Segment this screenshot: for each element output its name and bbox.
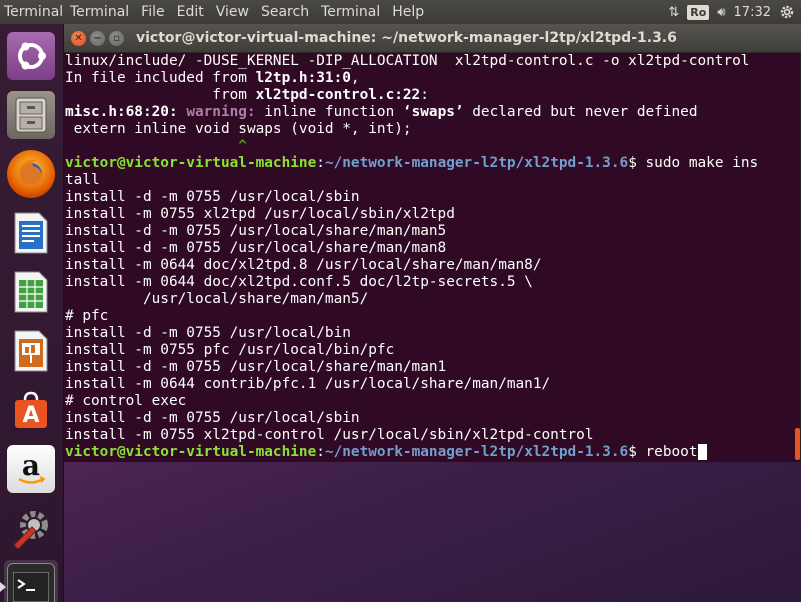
menu-edit[interactable]: Edit [171, 4, 210, 20]
menu-view[interactable]: View [210, 4, 255, 20]
launcher-firefox[interactable] [4, 147, 58, 201]
svg-text:a: a [22, 449, 40, 482]
launcher-terminal[interactable] [0, 560, 58, 602]
clock[interactable]: 17:32 [734, 5, 771, 20]
launcher-software-center[interactable]: A [4, 383, 58, 437]
launcher-impress[interactable] [4, 324, 58, 378]
maximize-icon: ▫ [113, 32, 120, 44]
menu-terminal[interactable]: Terminal [315, 4, 386, 20]
svg-text:A: A [22, 403, 39, 428]
terminal-line: install -d -m 0755 /usr/local/sbin [65, 410, 360, 426]
terminal-line: # pfc [65, 308, 109, 324]
software-center-icon: A [7, 386, 55, 434]
indicator-area: ⇅ Ro 🔊︎ 17:32 [668, 0, 801, 24]
terminal-line: install -m 0644 doc/xl2tpd.8 /usr/local/… [65, 257, 542, 273]
terminal-line: install -d -m 0755 /usr/local/share/man/… [65, 359, 447, 375]
text-cursor [697, 444, 707, 460]
launcher-files[interactable] [4, 88, 58, 142]
scrollbar-thumb[interactable] [795, 428, 800, 460]
top-panel: Terminal Terminal File Edit View Search … [0, 0, 801, 24]
terminal-line: install -d -m 0755 /usr/local/sbin [65, 189, 360, 205]
minimize-icon: − [93, 32, 102, 44]
terminal-line: install -m 0755 pfc /usr/local/bin/pfc [65, 342, 395, 358]
ubuntu-logo-icon [7, 32, 55, 80]
libreoffice-calc-icon [7, 268, 55, 316]
firefox-icon [7, 150, 55, 198]
terminal-line: install -d -m 0755 /usr/local/share/man/… [65, 240, 447, 256]
window-titlebar[interactable]: ✕ − ▫ victor@victor-virtual-machine: ~/n… [64, 24, 801, 53]
command-input[interactable]: reboot [637, 444, 698, 460]
launcher-writer[interactable] [4, 206, 58, 260]
launcher-amazon[interactable]: a [4, 442, 58, 496]
terminal-line: install -m 0755 xl2tpd-control /usr/loca… [65, 427, 594, 443]
minimize-button[interactable]: − [90, 31, 105, 46]
terminal-line: linux/include/ -DUSE_KERNEL -DIP_ALLOCAT… [65, 53, 750, 69]
libreoffice-writer-icon [7, 209, 55, 257]
launcher: A a [0, 24, 64, 602]
close-button[interactable]: ✕ [71, 31, 86, 46]
file-cabinet-icon [7, 91, 55, 139]
keyboard-layout-indicator[interactable]: Ro [687, 4, 710, 20]
menu-file[interactable]: File [135, 4, 170, 20]
terminal-line: install -m 0644 doc/xl2tpd.conf.5 doc/l2… [65, 274, 533, 290]
terminal-line: from xl2tpd-control.c:22: [65, 87, 429, 103]
prompt-line: victor@victor-virtual-machine:~/network-… [65, 155, 759, 171]
terminal-line: In file included from l2tp.h:31:0, [65, 70, 360, 86]
terminal-icon [7, 563, 55, 602]
libreoffice-impress-icon [7, 327, 55, 375]
terminal-output[interactable]: linux/include/ -DUSE_KERNEL -DIP_ALLOCAT… [64, 53, 793, 462]
gear-icon[interactable] [779, 4, 795, 20]
terminal-line: /usr/local/share/man/man5/ [65, 291, 369, 307]
close-icon: ✕ [74, 32, 83, 44]
window-title: victor@victor-virtual-machine: ~/network… [136, 30, 677, 46]
terminal-line: install -d -m 0755 /usr/local/bin [65, 325, 351, 341]
terminal-line: install -m 0755 xl2tpd /usr/local/sbin/x… [65, 206, 455, 222]
network-icon[interactable]: ⇅ [668, 5, 679, 20]
menu-search[interactable]: Search [255, 4, 315, 20]
terminal-line: tall [65, 172, 100, 188]
menu-terminal-app[interactable]: Terminal [64, 4, 135, 20]
warning-line: misc.h:68:20: warning: inline function ‘… [65, 104, 698, 120]
app-title: Terminal [4, 4, 64, 20]
caret-line: ^ [65, 138, 247, 154]
volume-icon[interactable]: 🔊︎ [717, 5, 725, 20]
prompt-line: victor@victor-virtual-machine:~/network-… [65, 444, 793, 461]
terminal-line: extern inline void swaps (void *, int); [65, 121, 412, 137]
terminal-line: # control exec [65, 393, 187, 409]
terminal-line: install -d -m 0755 /usr/local/share/man/… [65, 223, 447, 239]
settings-icon [7, 504, 55, 552]
running-indicator [0, 582, 6, 592]
terminal-line: install -m 0644 contrib/pfc.1 /usr/local… [65, 376, 551, 392]
amazon-icon: a [7, 445, 55, 493]
menu-help[interactable]: Help [386, 4, 430, 20]
terminal-window[interactable]: ✕ − ▫ victor@victor-virtual-machine: ~/n… [64, 24, 801, 462]
maximize-button[interactable]: ▫ [109, 31, 124, 46]
launcher-ubuntu-dash[interactable] [4, 29, 58, 83]
launcher-system-settings[interactable] [4, 501, 58, 555]
launcher-calc[interactable] [4, 265, 58, 319]
